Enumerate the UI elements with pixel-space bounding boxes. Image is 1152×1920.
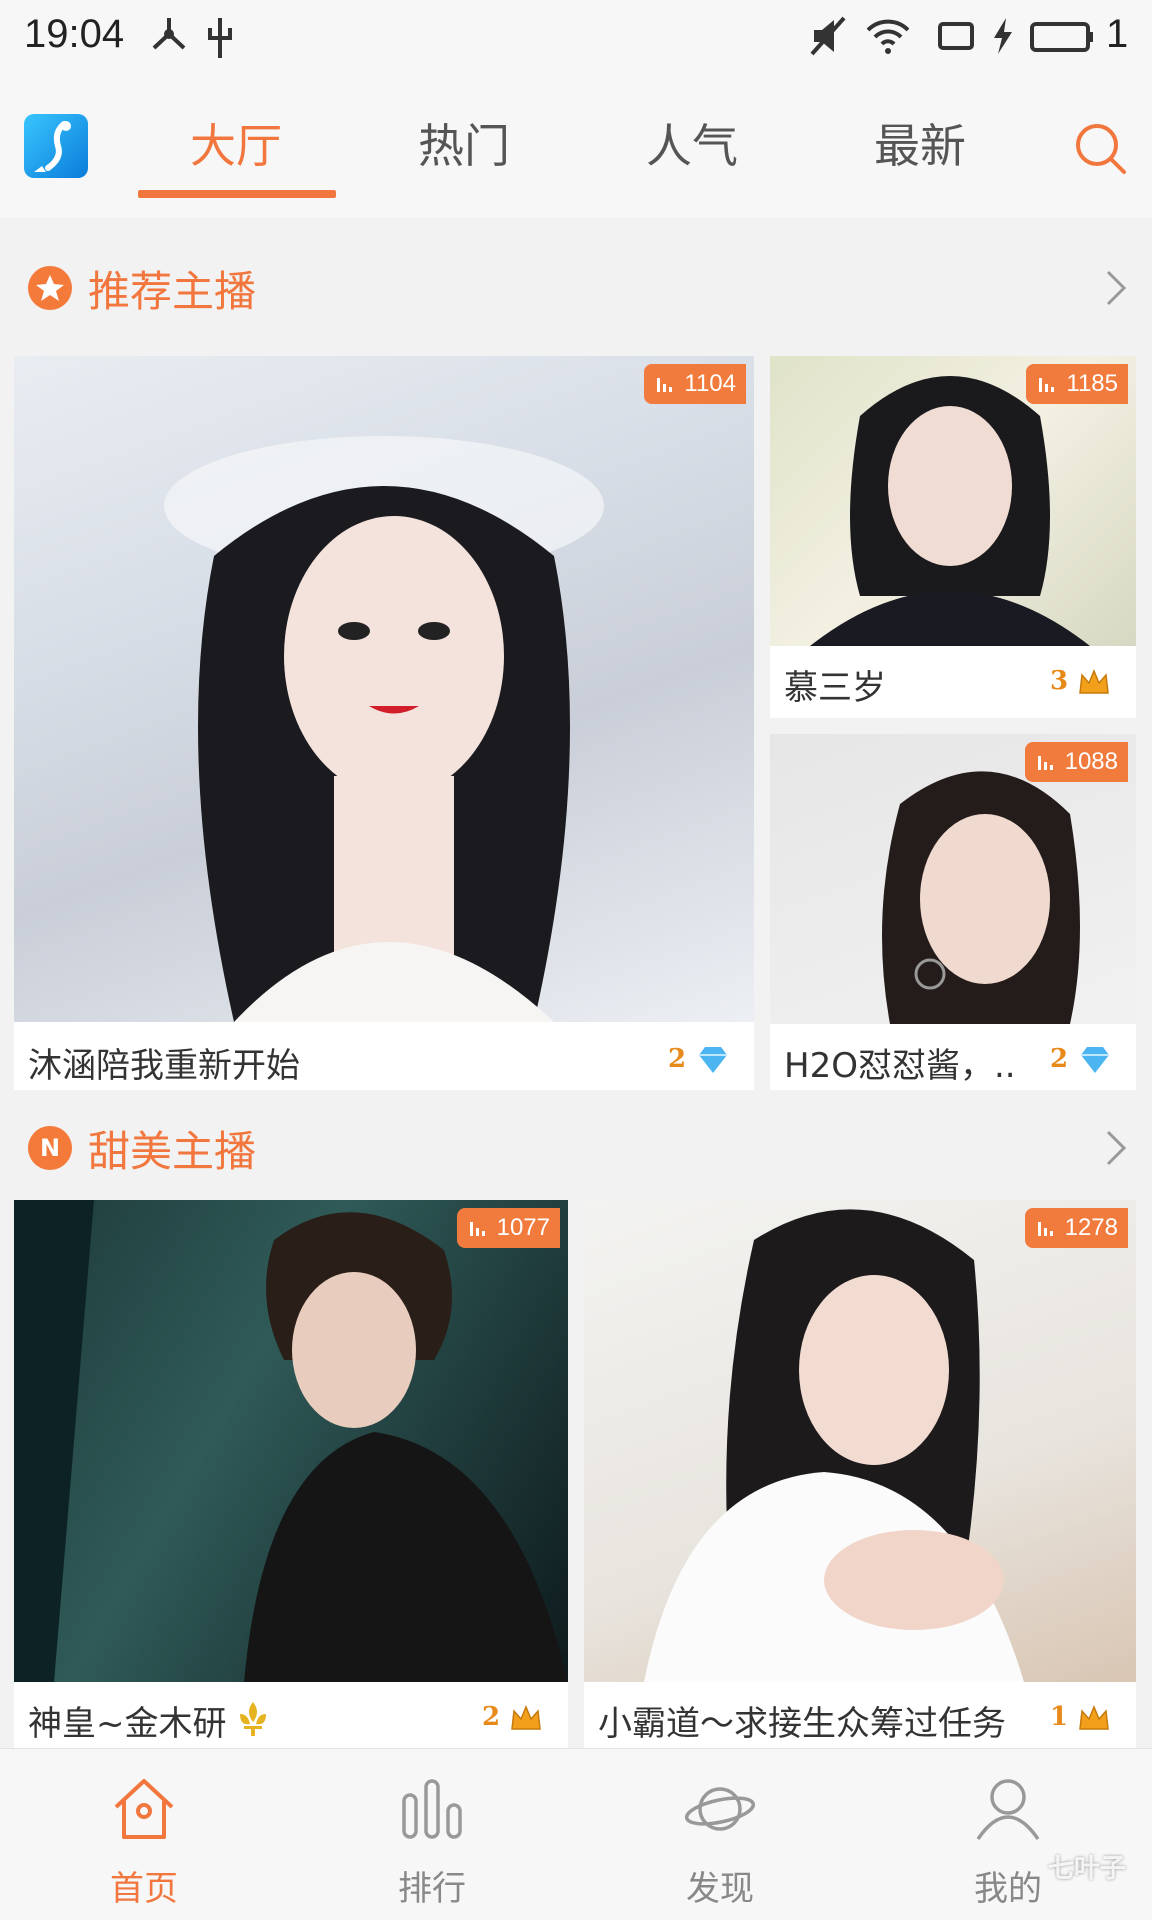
status-time: 19:04 xyxy=(24,12,125,56)
level-badge: 3 xyxy=(1050,666,1111,697)
level-number: 2 xyxy=(482,1702,501,1732)
bottom-nav-me[interactable]: 我的 xyxy=(864,1749,1152,1920)
signal-bars-icon xyxy=(657,378,673,392)
status-bar: 19:04 1 xyxy=(0,0,1152,76)
active-tab-indicator xyxy=(138,190,336,198)
fleur-de-lis-icon xyxy=(240,1702,266,1736)
signal-bars-icon xyxy=(469,1222,485,1236)
bottom-nav-home[interactable]: 首页 xyxy=(0,1749,288,1920)
ranking-icon xyxy=(402,1779,462,1839)
streamer-card[interactable]: 1088 H2O怼怼酱，.. 2 xyxy=(770,734,1136,1090)
level-badge: 2 xyxy=(668,1044,731,1075)
bottom-nav-discover[interactable]: 发现 xyxy=(576,1749,864,1920)
chevron-right-icon[interactable] xyxy=(1100,1128,1130,1168)
level-number: 2 xyxy=(1050,1044,1069,1074)
tab-hot[interactable]: 热门 xyxy=(366,110,562,176)
viewer-count-badge: 1104 xyxy=(644,364,746,404)
streamer-photo: 1278 xyxy=(584,1200,1136,1682)
streamer-card[interactable]: 1185 慕三岁 3 xyxy=(770,356,1136,718)
streamer-photo: 1088 xyxy=(770,734,1136,1024)
level-number: 3 xyxy=(1050,666,1069,696)
level-badge: 1 xyxy=(1050,1702,1111,1733)
viewer-count: 1278 xyxy=(1064,1214,1118,1241)
viewer-count: 1088 xyxy=(1064,748,1118,775)
new-badge-icon: N xyxy=(28,1126,72,1170)
viewer-count: 1077 xyxy=(496,1214,550,1241)
portrait-image xyxy=(644,1209,1024,1682)
streamer-name: 神皇~金木研 xyxy=(28,1704,227,1744)
streamer-name: H2O怼怼酱，.. xyxy=(784,1046,1016,1086)
level-number: 1 xyxy=(1050,1702,1069,1732)
tab-newest[interactable]: 最新 xyxy=(822,110,1018,176)
streamer-card[interactable]: 1077 神皇~金木研 2 xyxy=(14,1200,568,1748)
streamer-card[interactable]: 1104 沐涵陪我重新开始 2 xyxy=(14,356,754,1090)
crown-icon xyxy=(1079,669,1109,694)
viewer-count-badge: 1088 xyxy=(1024,742,1128,782)
tab-lobby[interactable]: 大厅 xyxy=(138,110,334,176)
streamer-card[interactable]: 1278 小霸道～求接生众筹过任务 1 xyxy=(584,1200,1136,1748)
viewer-count-badge: 1185 xyxy=(1026,364,1128,404)
star-icon xyxy=(28,266,72,310)
level-number: 2 xyxy=(668,1044,687,1074)
signal-bars-icon xyxy=(1039,378,1055,392)
usb-icon xyxy=(208,18,232,58)
home-icon xyxy=(114,1779,174,1839)
tab-popular[interactable]: 人气 xyxy=(594,110,790,176)
streamer-photo: 1077 xyxy=(14,1200,568,1682)
wifi-icon xyxy=(866,19,910,54)
portrait-image xyxy=(14,1200,568,1682)
crown-icon xyxy=(1079,1705,1109,1730)
signal-bars-icon xyxy=(1037,756,1053,770)
user-icon xyxy=(976,1779,1040,1840)
usb-tether-icon xyxy=(152,18,186,50)
streamer-name: 沐涵陪我重新开始 xyxy=(28,1046,300,1086)
crown-icon xyxy=(511,1705,541,1730)
bottom-nav-ranking[interactable]: 排行 xyxy=(288,1749,576,1920)
section-title: 推荐主播 xyxy=(88,267,257,316)
streamer-name: 小霸道～求接生众筹过任务 xyxy=(598,1704,1006,1744)
app-logo[interactable] xyxy=(24,114,88,178)
diamond-icon xyxy=(699,1047,728,1073)
charging-icon xyxy=(994,18,1012,54)
bottom-nav-label: 首页 xyxy=(110,1869,178,1909)
planet-icon xyxy=(684,1787,756,1831)
battery-level: 1 xyxy=(1106,12,1129,56)
viewer-count-badge: 1077 xyxy=(456,1208,560,1248)
signal-bars-icon xyxy=(1037,1222,1053,1236)
section-recommended-header[interactable]: 推荐主播 xyxy=(0,238,1152,338)
rotate-icon xyxy=(938,22,974,50)
viewer-count-badge: 1278 xyxy=(1024,1208,1128,1248)
bottom-nav-label: 发现 xyxy=(686,1869,754,1909)
viewer-count: 1185 xyxy=(1066,370,1118,397)
level-badge: 2 xyxy=(1050,1044,1113,1075)
battery-icon xyxy=(1030,22,1093,52)
bottom-nav-label: 排行 xyxy=(398,1869,466,1909)
portrait-image xyxy=(164,436,604,1022)
section-title: 甜美主播 xyxy=(88,1127,257,1176)
mute-icon xyxy=(810,16,846,56)
viewer-count: 1104 xyxy=(684,370,736,397)
diamond-icon xyxy=(1081,1047,1110,1073)
streamer-photo: 1185 xyxy=(770,356,1136,646)
bottom-nav: 首页 排行 发现 我的 xyxy=(0,1748,1152,1920)
watermark: 七叶子 xyxy=(1048,1854,1127,1884)
streamer-photo: 1104 xyxy=(14,356,754,1022)
mermaid-logo-icon xyxy=(34,121,71,172)
search-icon[interactable] xyxy=(1072,120,1130,178)
section-sweet-header[interactable]: N 甜美主播 xyxy=(0,1098,1152,1198)
top-nav: 大厅 热门 人气 最新 xyxy=(0,76,1152,218)
level-badge: 2 xyxy=(482,1702,543,1733)
chevron-right-icon[interactable] xyxy=(1100,268,1130,308)
streamer-name: 慕三岁 xyxy=(784,668,886,708)
